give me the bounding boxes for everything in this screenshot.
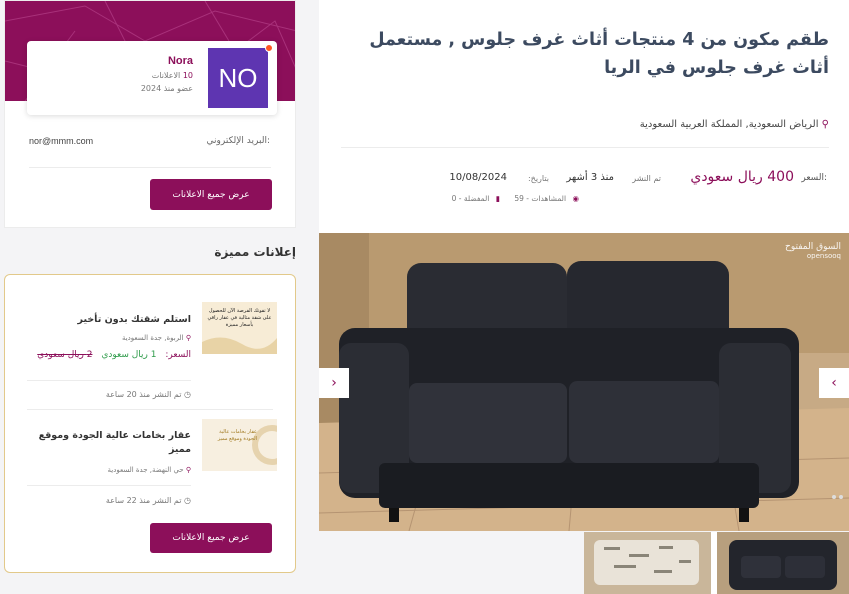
ads-count-label: الاعلانات bbox=[151, 71, 181, 80]
featured-item-divider bbox=[27, 485, 191, 486]
featured-thumb-text: لا تفوتك الفرصة الآن للحصول على شقة مثال… bbox=[207, 308, 272, 328]
map-pin-icon: ⚲ bbox=[821, 119, 829, 130]
featured-item-location-text: حي النهضة, جدة السعودية bbox=[107, 466, 184, 474]
price-label: السعر: bbox=[801, 173, 827, 183]
featured-item-posted: ◷ تم النشر منذ 20 ساعة bbox=[106, 390, 191, 399]
email-label: البريد الإلكتروني: bbox=[206, 136, 270, 146]
price-label: السعر: bbox=[165, 350, 191, 360]
sofa-photo bbox=[319, 233, 849, 531]
featured-ads-card: لا تفوتك الفرصة الآن للحصول على شقة مثال… bbox=[4, 274, 296, 573]
price-value: 400 ريال سعودي bbox=[690, 169, 794, 185]
gallery-dot[interactable] bbox=[839, 495, 843, 499]
featured-item-posted-text: تم النشر منذ 20 ساعة bbox=[105, 390, 182, 399]
clock-icon: ◷ bbox=[184, 496, 191, 505]
ad-location-text: الرياض السعودية, المملكة العربية السعودي… bbox=[639, 119, 819, 130]
posted-label: تم النشر bbox=[632, 174, 661, 183]
featured-item[interactable]: عقار بخامات عالية الجودة وموقع مميز عقار… bbox=[27, 419, 277, 509]
gallery-watermark: السوق المفتوح opensooq bbox=[785, 242, 841, 260]
featured-item-posted: ◷ تم النشر منذ 22 ساعة bbox=[106, 496, 191, 505]
favorites-count: المفضلة - 0 bbox=[451, 194, 490, 203]
gallery-thumbnail[interactable] bbox=[717, 532, 849, 594]
posted-date-label: بتاريخ: bbox=[527, 174, 549, 183]
seller-divider bbox=[29, 167, 271, 168]
featured-view-all-button[interactable]: عرض جميع الاعلانات bbox=[150, 523, 272, 553]
featured-thumb-text: عقار بخامات عالية الجودة وموقع مميز bbox=[217, 429, 257, 442]
featured-item-title[interactable]: استلم شقتك بدون تأخير bbox=[78, 314, 191, 325]
map-pin-icon: ⚲ bbox=[185, 334, 191, 342]
map-pin-icon: ⚲ bbox=[185, 466, 191, 474]
featured-item-location: ⚲ الربوة, جدة السعودية bbox=[122, 334, 191, 342]
chevron-left-icon: ‹ bbox=[831, 375, 837, 391]
gallery-dots bbox=[832, 495, 843, 499]
ad-stats: ◉ المشاهدات - 59 ▮ المفضلة - 0 bbox=[448, 194, 579, 203]
view-all-ads-button[interactable]: عرض جميع الاعلانات bbox=[150, 179, 272, 210]
ad-divider bbox=[341, 147, 829, 148]
old-price-value: 2 ريال سعودي bbox=[37, 350, 93, 360]
featured-separator bbox=[27, 409, 273, 410]
clock-icon: ◷ bbox=[184, 390, 191, 399]
watermark-title: السوق المفتوح bbox=[785, 242, 841, 252]
watermark-sub: opensooq bbox=[806, 252, 841, 260]
bookmark-icon[interactable]: ▮ bbox=[496, 194, 500, 203]
featured-ads-title: إعلانات مميزة bbox=[214, 245, 296, 259]
featured-item-title[interactable]: عقار بخامات عالية الجودة وموقع مميز bbox=[21, 429, 191, 457]
views-count: المشاهدات - 59 bbox=[514, 194, 567, 203]
ad-image-gallery[interactable]: السوق المفتوح opensooq › ‹ bbox=[319, 233, 849, 531]
online-status-dot bbox=[265, 44, 273, 52]
seller-profile-box: NO Nora 10 الاعلانات عضو منذ 2024 bbox=[27, 41, 277, 115]
seller-ads-count: 10 الاعلانات bbox=[152, 71, 193, 80]
seller-card: NO Nora 10 الاعلانات عضو منذ 2024 البريد… bbox=[4, 0, 296, 228]
price-value: 1 ريال سعودي bbox=[101, 350, 157, 360]
gallery-prev-arrow[interactable]: › bbox=[319, 368, 349, 398]
ad-title: طقم مكون من 4 منتجات أثاث غرف جلوس , مست… bbox=[369, 30, 829, 78]
featured-item-divider bbox=[27, 380, 191, 381]
featured-item-posted-text: تم النشر منذ 22 ساعة bbox=[105, 496, 182, 505]
gallery-next-arrow[interactable]: ‹ bbox=[819, 368, 849, 398]
featured-thumb[interactable]: لا تفوتك الفرصة الآن للحصول على شقة مثال… bbox=[202, 302, 277, 354]
avatar[interactable]: NO bbox=[208, 48, 268, 108]
featured-item-price: السعر: 1 ريال سعودي 2 ريال سعودي bbox=[37, 350, 191, 360]
posted-value: منذ 3 أشهر bbox=[566, 172, 614, 183]
eye-icon: ◉ bbox=[572, 194, 579, 203]
chevron-right-icon: › bbox=[331, 375, 337, 391]
posted-date: 10/08/2024 bbox=[449, 172, 507, 183]
featured-item[interactable]: لا تفوتك الفرصة الآن للحصول على شقة مثال… bbox=[27, 302, 277, 407]
email-value: nor@mmm.com bbox=[29, 136, 94, 146]
seller-name[interactable]: Nora bbox=[168, 55, 193, 67]
featured-item-location: ⚲ حي النهضة, جدة السعودية bbox=[108, 466, 191, 474]
member-since: عضو منذ 2024 bbox=[140, 84, 193, 93]
ads-count-value: 10 bbox=[182, 71, 193, 80]
featured-item-location-text: الربوة, جدة السعودية bbox=[121, 334, 184, 342]
ad-details-panel: طقم مكون من 4 منتجات أثاث غرف جلوس , مست… bbox=[319, 0, 849, 233]
gallery-thumbnails bbox=[584, 532, 849, 594]
featured-thumb[interactable]: عقار بخامات عالية الجودة وموقع مميز bbox=[202, 419, 277, 471]
gallery-thumbnail[interactable] bbox=[584, 532, 711, 594]
gallery-dot[interactable] bbox=[832, 495, 836, 499]
ad-location: ⚲ الرياض السعودية, المملكة العربية السعو… bbox=[640, 119, 829, 130]
